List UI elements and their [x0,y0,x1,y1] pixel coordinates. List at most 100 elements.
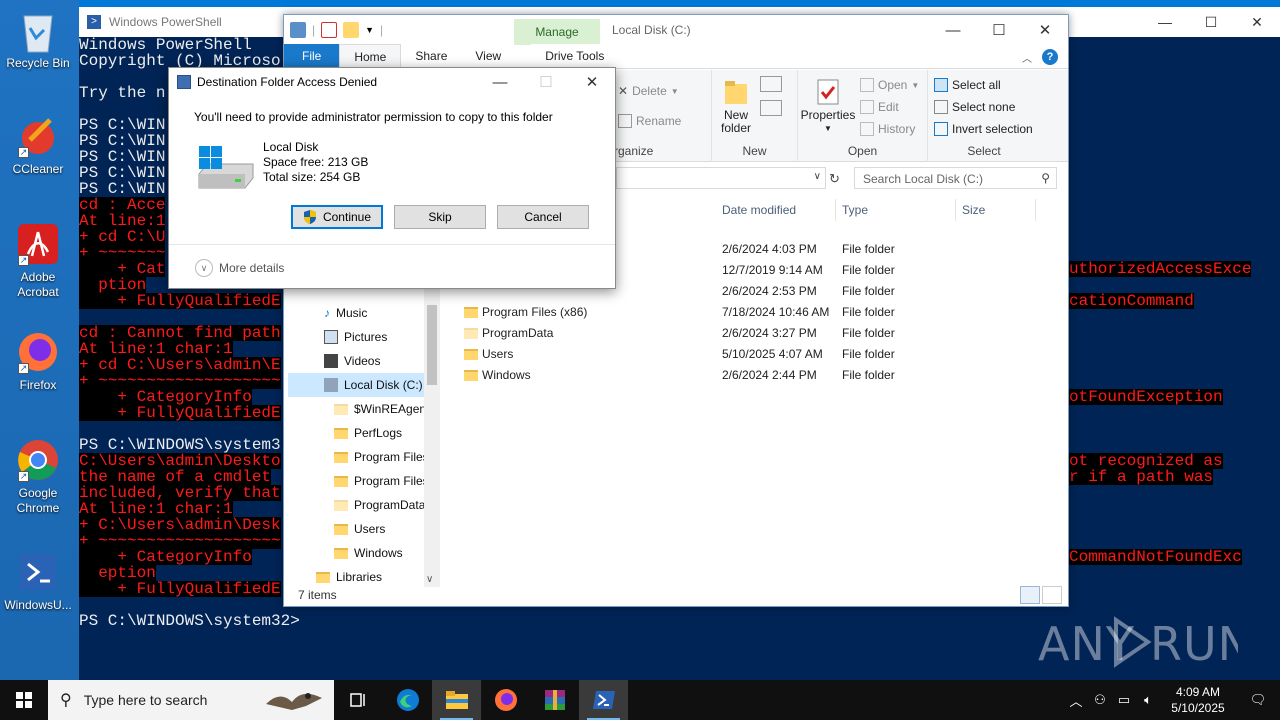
nav-item-local-disk[interactable]: Local Disk (C:) [288,373,424,397]
continue-button[interactable]: Continue [291,205,383,229]
table-row[interactable]: Program Files (x86) 7/18/2024 10:46 AM F… [444,302,1064,323]
maximize-button[interactable]: ☐ [1188,7,1234,37]
nav-item-videos[interactable]: Videos [324,349,380,373]
nav-item-winreagent[interactable]: $WinREAgent [334,397,424,421]
google-chrome-label: Google Chrome [16,486,60,515]
copy-icon [177,75,191,89]
drive-icon[interactable] [290,22,306,38]
close-button[interactable]: ✕ [569,68,615,96]
invert-selection-button[interactable]: Invert selection [934,122,1033,136]
tab-view[interactable]: View [461,44,515,68]
recycle-bin-icon[interactable]: Recycle Bin [0,8,76,71]
error-line: cd : Cannot find path [79,324,281,342]
delete-button[interactable]: ✕ Delete ▼ [618,84,679,98]
taskbar-search-box[interactable]: ⚲ Type here to search [48,680,334,720]
address-bar[interactable]: ∨ [616,167,826,189]
windows-update-icon[interactable]: WindowsU... [0,550,76,613]
nav-item-program-files-x86[interactable]: Program Files [334,469,424,493]
firefox-icon[interactable]: ↗ Firefox [0,330,76,393]
google-chrome-icon[interactable]: ↗ Google Chrome [0,438,76,516]
column-type[interactable]: Type [836,199,956,221]
details-view-icon[interactable] [1020,586,1040,604]
new-item-icon[interactable] [760,76,782,92]
ccleaner-icon[interactable]: ↗ CCleaner [0,114,76,177]
taskbar-winrar[interactable] [530,680,579,720]
select-all-button[interactable]: Select all [934,78,1001,92]
nav-item-pictures[interactable]: Pictures [324,325,387,349]
new-folder-button[interactable]: New folder [718,78,754,135]
skip-button[interactable]: Skip [394,205,486,229]
customize-qat-icon[interactable]: ▼ [365,25,374,35]
maximize-button[interactable]: ☐ [976,15,1022,45]
table-row[interactable]: ProgramData 2/6/2024 3:27 PM File folder [444,323,1064,344]
file-date: 5/10/2025 4:07 AM [722,347,823,361]
nav-item-music[interactable]: ♪ Music [324,301,367,325]
console-prompt[interactable]: PS C:\WINDOWS\system32> [79,613,300,629]
column-size[interactable]: Size [956,199,1036,221]
libraries-icon [316,571,330,583]
nav-item-users[interactable]: Users [334,517,424,541]
tab-file[interactable]: File [284,44,340,68]
task-view-icon [349,693,365,707]
rename-button[interactable]: Rename [618,114,681,128]
nav-item-program-files[interactable]: Program Files [334,445,424,469]
start-button[interactable] [0,680,48,720]
minimize-button[interactable]: — [930,15,976,45]
history-label: History [878,122,916,136]
minimize-button[interactable]: — [477,68,523,96]
select-none-label: Select none [952,100,1016,114]
more-details-toggle[interactable]: ∨ More details [195,259,284,277]
nav-item-windows[interactable]: Windows [334,541,424,565]
display-icon[interactable]: ▭ [1112,692,1136,708]
delete-icon: ✕ [618,84,629,98]
table-row[interactable]: Users 5/10/2025 4:07 AM File folder [444,344,1064,365]
minimize-button[interactable]: — [1142,7,1188,37]
access-denied-dialog[interactable]: Destination Folder Access Denied — ☐ ✕ Y… [168,67,616,289]
scrollbar-thumb[interactable] [427,305,437,385]
nav-item-perflogs[interactable]: PerfLogs [334,421,424,445]
properties-button[interactable]: Properties ▼ [800,78,856,135]
error-line: At line:1 char:1 [79,340,233,358]
collapse-ribbon-icon[interactable]: ︿ [1022,50,1032,65]
taskbar-powershell[interactable] [579,680,628,720]
shortcut-arrow-icon: ↗ [18,147,29,158]
column-date-modified[interactable]: Date modified [716,199,836,221]
recycle-bin-label: Recycle Bin [6,56,70,70]
explorer-titlebar[interactable]: | ▼ | Manage Local Disk (C:) — ☐ ✕ [284,15,1068,45]
tab-drive-tools[interactable]: Drive Tools [531,44,619,68]
tab-share[interactable]: Share [401,44,461,68]
tab-manage[interactable]: Manage [514,19,600,45]
nav-item-programdata[interactable]: ProgramData [334,493,424,517]
taskbar-firefox[interactable] [481,680,530,720]
chevron-up-icon[interactable]: ︿ [1064,691,1088,710]
tab-home[interactable]: Home [339,44,402,68]
edit-button[interactable]: Edit [860,100,899,114]
console-line: Try the n [79,84,166,102]
refresh-icon[interactable]: ↻ [829,171,840,187]
file-date: 2/6/2024 3:27 PM [722,326,817,340]
search-input[interactable]: Search Local Disk (C:) ⚲ [854,167,1057,189]
open-button[interactable]: Open ▼ [860,78,919,92]
easy-access-icon[interactable] [760,100,782,116]
history-button[interactable]: History [860,122,915,136]
close-button[interactable]: ✕ [1234,7,1280,37]
properties-icon[interactable] [321,22,338,38]
taskbar-edge[interactable] [383,680,432,720]
select-none-button[interactable]: Select none [934,100,1015,114]
cancel-button[interactable]: Cancel [497,205,589,229]
new-folder-icon[interactable] [343,22,360,38]
clock[interactable]: 4:09 AM 5/10/2025 [1160,684,1236,716]
close-button[interactable]: ✕ [1022,15,1068,45]
help-icon[interactable]: ? [1042,49,1058,65]
firefox-icon [494,689,517,711]
error-line: + ~~~~~~~~~~~~~~~~~~~ [79,372,281,390]
large-icons-view-icon[interactable] [1042,586,1062,604]
adobe-acrobat-icon[interactable]: ↗ Adobe Acrobat [0,222,76,300]
network-icon[interactable]: ⚇ [1088,692,1112,708]
address-dropdown-icon[interactable]: ∨ [814,171,821,182]
volume-icon[interactable]: 🔈︎ [1136,692,1160,708]
taskbar-file-explorer[interactable] [432,680,481,720]
task-view-button[interactable] [334,680,383,720]
notification-icon[interactable]: 🗨︎ [1236,692,1280,708]
table-row[interactable]: Windows 2/6/2024 2:44 PM File folder [444,365,1064,386]
